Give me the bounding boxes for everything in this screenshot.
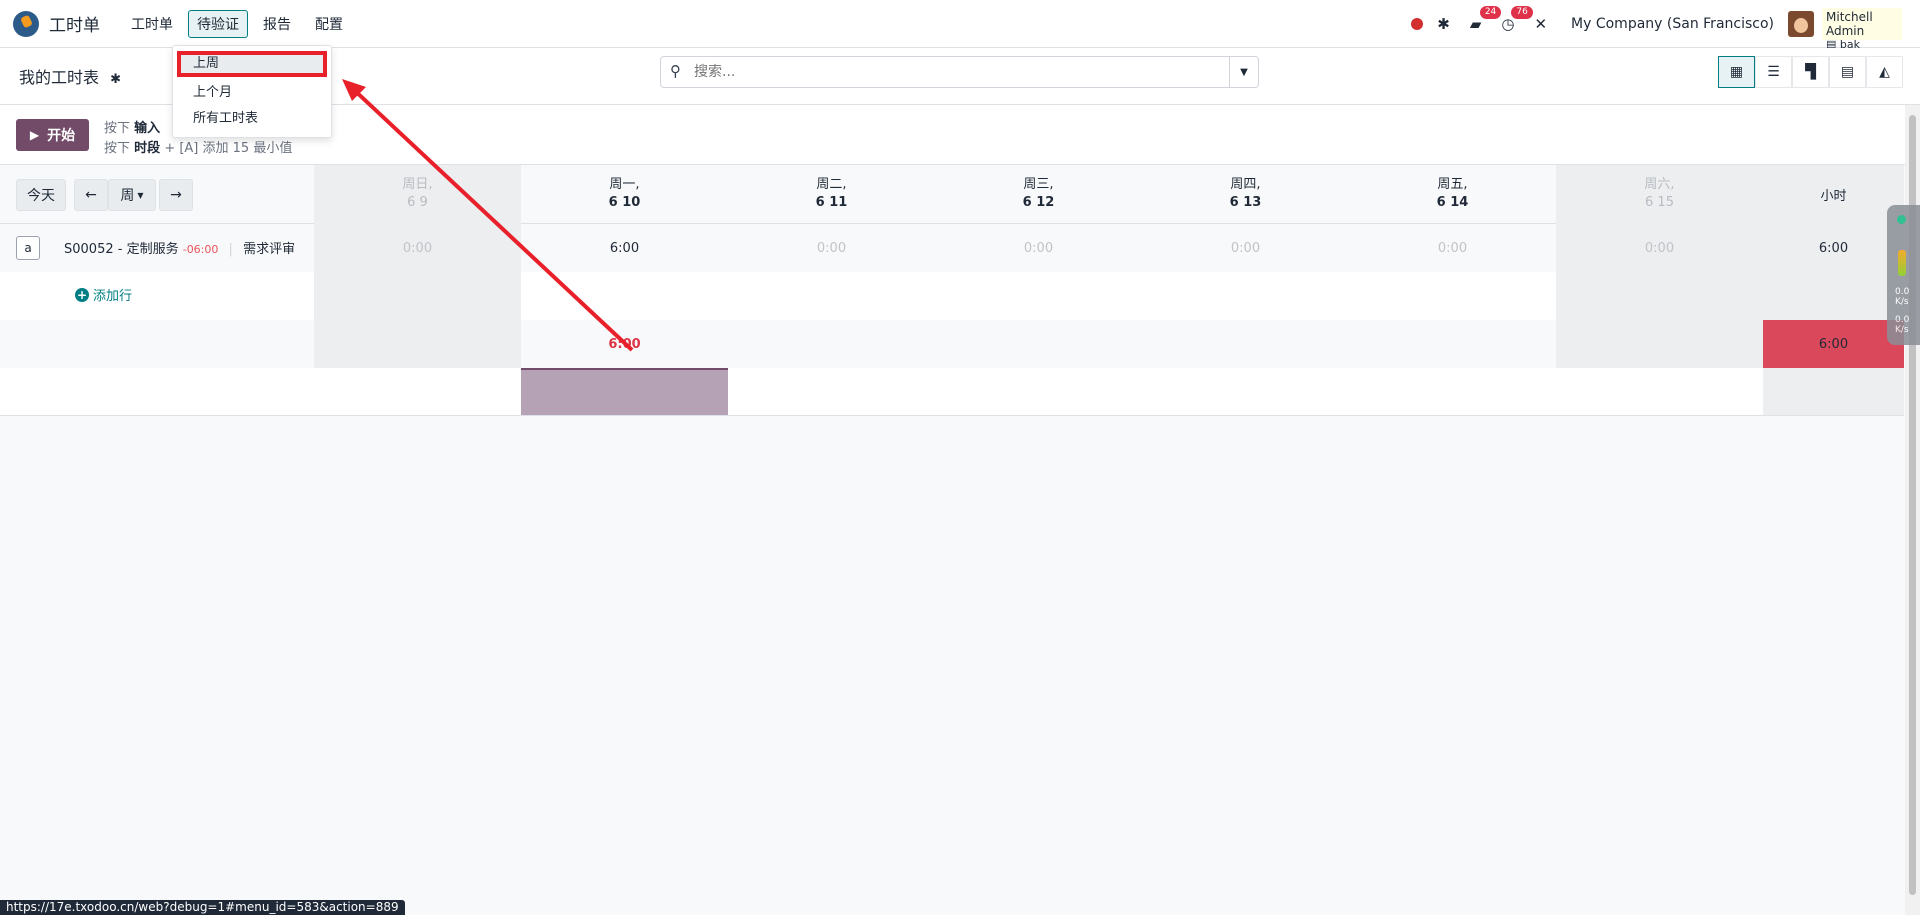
annotation-arrow	[342, 79, 634, 352]
arrow-line	[350, 86, 634, 352]
